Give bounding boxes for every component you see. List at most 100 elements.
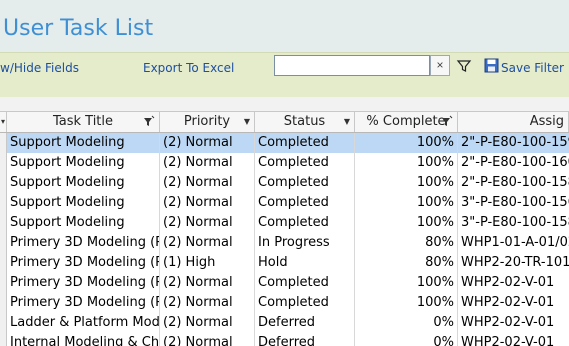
- cell-task-title: Internal Modeling & Che: [7, 333, 160, 346]
- row-selector[interactable]: [0, 173, 7, 193]
- cell-status: Completed: [255, 153, 355, 173]
- cell-status: Deferred: [255, 313, 355, 333]
- cell-priority: (1) High: [160, 253, 255, 273]
- column-header-assigned[interactable]: Assig: [458, 112, 569, 132]
- show-hide-fields-link[interactable]: w/Hide Fields: [0, 61, 79, 75]
- cell-assigned: 3"-P-E80-100-156-: [458, 193, 569, 213]
- column-filter-icon[interactable]: [143, 112, 155, 132]
- cell-task-title: Support Modeling: [7, 213, 160, 233]
- cell-assigned: 2"-P-E80-100-159-: [458, 133, 569, 153]
- cell-percent-complete: 100%: [355, 213, 458, 233]
- row-selector[interactable]: [0, 133, 7, 153]
- grid-top-strip: [0, 97, 569, 112]
- table-row[interactable]: Primery 3D Modeling (Pi (2) Normal Complet…: [0, 273, 569, 294]
- cell-percent-complete: 0%: [355, 333, 458, 346]
- task-grid: ▾ Task Title Priority ▼ Status ▼ % Complet…: [0, 112, 569, 346]
- table-row[interactable]: Support Modeling (2) Normal Completed 100% 3…: [0, 213, 569, 234]
- cell-task-title: Primery 3D Modeling (Pi: [7, 233, 160, 253]
- chevron-down-icon[interactable]: ▼: [344, 112, 350, 132]
- save-filter-icon[interactable]: [484, 58, 499, 73]
- cell-task-title: Support Modeling: [7, 133, 160, 153]
- column-header-priority[interactable]: Priority ▼: [160, 112, 255, 132]
- cell-priority: (2) Normal: [160, 313, 255, 333]
- title-bar: User Task List: [0, 0, 569, 52]
- column-header-status[interactable]: Status ▼: [255, 112, 355, 132]
- row-selector[interactable]: [0, 213, 7, 233]
- cell-percent-complete: 100%: [355, 193, 458, 213]
- cell-task-title: Support Modeling: [7, 173, 160, 193]
- chevron-down-icon[interactable]: ▼: [244, 112, 250, 132]
- cell-status: Completed: [255, 213, 355, 233]
- cell-status: Completed: [255, 193, 355, 213]
- column-filter-icon[interactable]: [441, 112, 453, 132]
- table-row[interactable]: Internal Modeling & Che (2) Normal Deferre…: [0, 333, 569, 346]
- save-filter-link[interactable]: Save Filter: [501, 61, 564, 75]
- cell-task-title: Primery 3D Modeling (Pi: [7, 253, 160, 273]
- cell-task-title: Ladder & Platform Mode: [7, 313, 160, 333]
- cell-task-title: Primery 3D Modeling (Pi: [7, 293, 160, 313]
- cell-percent-complete: 100%: [355, 293, 458, 313]
- cell-status: Completed: [255, 273, 355, 293]
- cell-priority: (2) Normal: [160, 193, 255, 213]
- row-selector[interactable]: [0, 153, 7, 173]
- filter-band: [0, 83, 569, 97]
- search-box[interactable]: [274, 55, 430, 76]
- cell-priority: (2) Normal: [160, 333, 255, 346]
- row-selector[interactable]: [0, 253, 7, 273]
- row-selector[interactable]: [0, 233, 7, 253]
- cell-percent-complete: 80%: [355, 233, 458, 253]
- clear-search-button[interactable]: ×: [430, 55, 450, 76]
- cell-percent-complete: 80%: [355, 253, 458, 273]
- cell-assigned: 2"-P-E80-100-160-: [458, 153, 569, 173]
- cell-priority: (2) Normal: [160, 293, 255, 313]
- grid-header: ▾ Task Title Priority ▼ Status ▼ % Complet…: [0, 112, 569, 133]
- cell-assigned: WHP1-01-A-01/02: [458, 233, 569, 253]
- table-row[interactable]: Primery 3D Modeling (Pi (1) High Hold 80% WH…: [0, 253, 569, 274]
- cell-assigned: WHP2-20-TR-101A: [458, 253, 569, 273]
- cell-task-title: Primery 3D Modeling (Pi: [7, 273, 160, 293]
- cell-percent-complete: 100%: [355, 153, 458, 173]
- cell-percent-complete: 0%: [355, 313, 458, 333]
- cell-assigned: WHP2-02-V-01: [458, 273, 569, 293]
- table-row[interactable]: Support Modeling (2) Normal Completed 100% 2…: [0, 173, 569, 194]
- table-row[interactable]: Support Modeling (2) Normal Completed 100% 3…: [0, 193, 569, 214]
- cell-assigned: 2"-P-E80-100-158-: [458, 173, 569, 193]
- table-row[interactable]: Support Modeling (2) Normal Completed 100% 2…: [0, 153, 569, 174]
- cell-priority: (2) Normal: [160, 273, 255, 293]
- cell-percent-complete: 100%: [355, 273, 458, 293]
- table-row[interactable]: Ladder & Platform Mode (2) Normal Deferred…: [0, 313, 569, 334]
- cell-status: Deferred: [255, 333, 355, 346]
- cell-status: Completed: [255, 133, 355, 153]
- cell-percent-complete: 100%: [355, 133, 458, 153]
- cell-priority: (2) Normal: [160, 153, 255, 173]
- row-selector[interactable]: [0, 273, 7, 293]
- table-row[interactable]: Support Modeling (2) Normal Completed 100% 2…: [0, 133, 569, 154]
- cell-status: Hold: [255, 253, 355, 273]
- cell-task-title: Support Modeling: [7, 153, 160, 173]
- cell-priority: (2) Normal: [160, 233, 255, 253]
- row-selector[interactable]: [0, 293, 7, 313]
- table-row[interactable]: Primery 3D Modeling (Pi (2) Normal In Prog…: [0, 233, 569, 254]
- row-selector[interactable]: [0, 193, 7, 213]
- cell-priority: (2) Normal: [160, 133, 255, 153]
- cell-status: Completed: [255, 173, 355, 193]
- table-row[interactable]: Primery 3D Modeling (Pi (2) Normal Complet…: [0, 293, 569, 314]
- page-title: User Task List: [3, 16, 154, 41]
- cell-priority: (2) Normal: [160, 173, 255, 193]
- export-to-excel-link[interactable]: Export To Excel: [143, 61, 234, 75]
- cell-assigned: WHP2-02-V-01: [458, 313, 569, 333]
- row-selector[interactable]: [0, 313, 7, 333]
- cell-priority: (2) Normal: [160, 213, 255, 233]
- column-header-task-title[interactable]: Task Title: [7, 112, 160, 132]
- cell-percent-complete: 100%: [355, 173, 458, 193]
- cell-status: In Progress: [255, 233, 355, 253]
- cell-task-title: Support Modeling: [7, 193, 160, 213]
- cell-status: Completed: [255, 293, 355, 313]
- cell-assigned: WHP2-02-V-01: [458, 293, 569, 313]
- row-selector[interactable]: [0, 333, 7, 346]
- search-input[interactable]: [277, 58, 317, 73]
- cell-assigned: 3"-P-E80-100-158-: [458, 213, 569, 233]
- cell-assigned: WHP2-02-V-01: [458, 333, 569, 346]
- column-header-percent-complete[interactable]: % Complete: [355, 112, 458, 132]
- filter-icon[interactable]: [456, 58, 472, 74]
